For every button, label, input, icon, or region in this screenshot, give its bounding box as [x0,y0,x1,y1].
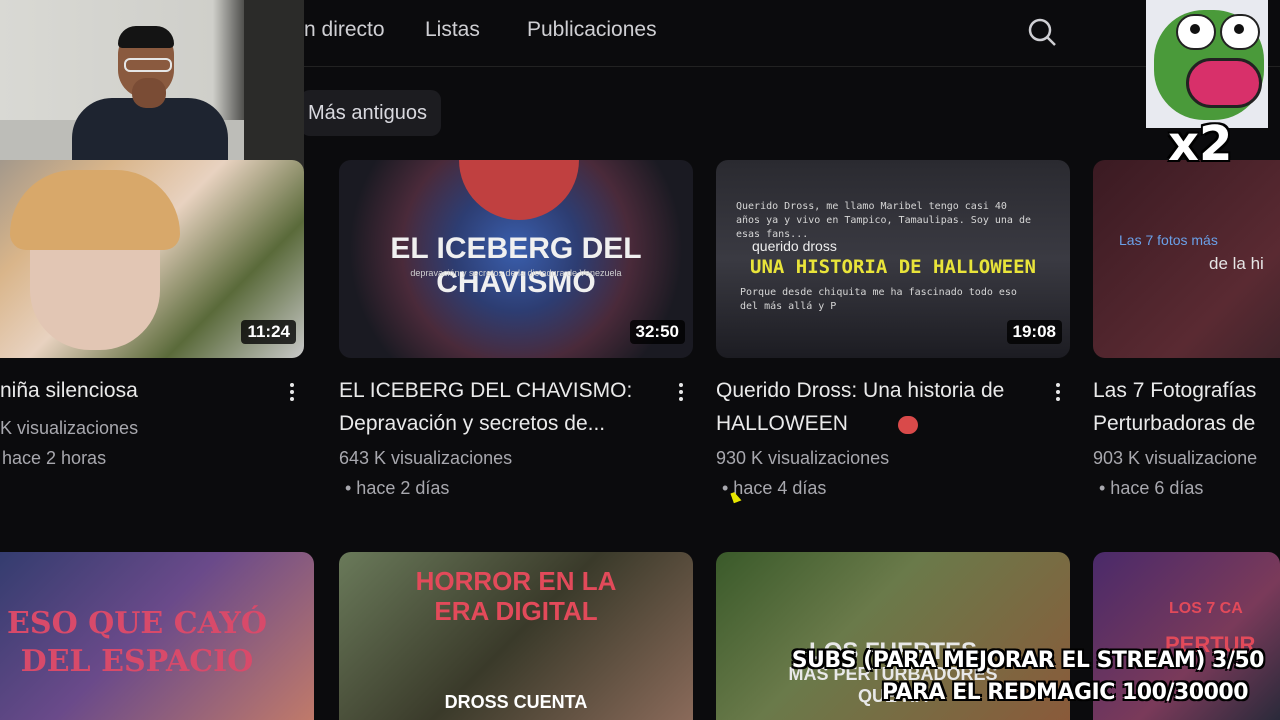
video-thumbnail[interactable]: ESO QUE CAYÓ DEL ESPACIO [0,552,314,720]
view-count: 643 K visualizaciones [339,448,513,468]
video-title[interactable]: EL ICEBERG DEL CHAVISMO: Depravación y s… [339,374,649,440]
video-thumbnail[interactable]: 11:24 [0,160,304,358]
thumbnail-title: HORROR EN LA [415,566,617,596]
thumbnail-title: ESO QUE CAYÓ [7,606,267,641]
view-count: K visualizaciones [0,418,139,438]
more-options-icon[interactable] [1050,380,1066,408]
search-icon[interactable] [1026,16,1058,48]
video-card[interactable]: Las 7 fotos más de la hi Las 7 Fotografí… [1093,160,1280,560]
video-thumbnail[interactable]: Las 7 fotos más de la hi [1093,160,1280,358]
duration-badge: 19:08 [1006,320,1062,344]
pepe-emote-icon [1146,0,1268,128]
video-title[interactable]: Querido Dross: Una historia de HALLOWEEN [716,374,1026,440]
thumbnail-title: ERA DIGITAL [434,596,598,626]
thumbnail-title: DEL ESPACIO [20,644,254,679]
thumbnail-title: LOS 7 CA [1169,600,1243,617]
thumbnail-subtitle: depravación y secretos de la dictadura d… [410,268,622,278]
video-title[interactable]: Las 7 Fotografías Perturbadoras de [1093,374,1280,440]
thumbnail-letter-text: Querido Dross, me llamo Maribel tengo ca… [736,201,1032,240]
webcam-overlay [0,0,304,170]
duration-badge: 32:50 [629,320,685,344]
thumbnail-banner: UNA HISTORIA DE HALLOWEEN [750,256,1036,278]
view-count: 903 K visualizacione [1093,448,1258,468]
thumbnail-title: EL ICEBERG DEL CHAVISMO [390,232,642,299]
glasses [124,58,172,72]
more-options-icon[interactable] [284,380,300,408]
video-card[interactable]: EL ICEBERG DEL CHAVISMO depravación y se… [339,160,693,560]
thumbnail-title: Las 7 fotos más [1119,232,1218,248]
thumbnail-tag: querido dross [752,238,837,254]
tab-publicaciones[interactable]: Publicaciones [527,18,657,42]
channel-tabs: n directo Listas Publicaciones [304,0,1280,67]
tab-listas[interactable]: Listas [425,18,480,42]
upload-age: • hace 2 días [345,478,450,498]
tab-directo[interactable]: n directo [304,18,385,42]
video-card[interactable]: Querido Dross, me llamo Maribel tengo ca… [716,160,1070,560]
video-card[interactable]: 11:24 niña silenciosa K visualizaciones … [0,160,304,560]
video-thumbnail[interactable]: EL ICEBERG DEL CHAVISMO depravación y se… [339,160,693,358]
thumbnail-subtitle: de la hi [1209,254,1264,273]
video-title[interactable]: niña silenciosa [0,374,310,407]
filter-chip-oldest[interactable]: Más antiguos [300,90,441,136]
pumpkin-emoji-icon [898,416,918,434]
redmagic-goal-text: PARA EL REDMAGIC 100/30000 [881,680,1249,705]
thumbnail-bottom-text: Porque desde chiquita me ha fascinado to… [740,287,1017,312]
view-count: 930 K visualizaciones [716,448,890,468]
subs-goal-text: SUBS (PARA MEJORAR EL STREAM) 3/50 [791,648,1265,673]
thumbnail-subtitle: DROSS CUENTA [444,692,588,712]
duration-badge: 11:24 [241,320,296,344]
multiplier-label: x2 [1168,116,1233,172]
video-thumbnail[interactable]: Querido Dross, me llamo Maribel tengo ca… [716,160,1070,358]
upload-age: • hace 6 días [1099,478,1204,498]
more-options-icon[interactable] [673,380,689,408]
upload-age: hace 2 horas [2,448,107,468]
video-thumbnail[interactable]: HORROR EN LA ERA DIGITAL DROSS CUENTA [339,552,693,720]
